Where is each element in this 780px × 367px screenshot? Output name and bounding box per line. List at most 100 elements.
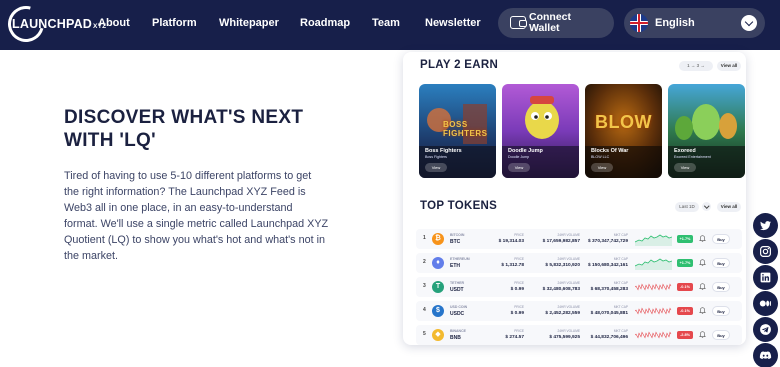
token-row[interactable]: 3 T TETHER USDT PRICE $ 0.99 24HR VOLUME $ 32,4…: [416, 277, 742, 297]
game-view-button[interactable]: View: [508, 163, 530, 172]
token-symbol: BNB: [450, 335, 461, 341]
nav-link-newsletter[interactable]: Newsletter: [425, 17, 481, 29]
play2earn-pager[interactable]: 1 → 3 →: [679, 61, 713, 71]
language-select[interactable]: English: [624, 8, 765, 38]
token-symbol: ETH: [450, 263, 460, 269]
token-market-cap: $ 68,370,458,283: [590, 287, 628, 292]
price-change-badge: -0.1%: [677, 307, 693, 315]
timeframe-select[interactable]: Last 1D: [675, 202, 699, 212]
token-volume: $ 475,599,925: [549, 335, 580, 340]
token-volume: $ 17,659,982,857: [542, 239, 580, 244]
logo[interactable]: LAUNCHPADXYZ: [1, 0, 106, 49]
token-market-cap: $ 44,832,706,496: [590, 335, 628, 340]
price-change-badge: +1.7%: [677, 235, 693, 243]
play2earn-title: PLAY 2 EARN: [420, 59, 499, 71]
chevron-down-icon: [741, 15, 757, 31]
buy-button[interactable]: Buy: [712, 282, 730, 292]
game-card[interactable]: BLOW Blocks Of War BLOW LLC View: [585, 84, 662, 178]
token-price: $ 0.99: [510, 311, 524, 316]
token-market-cap: $ 370,347,742,729: [587, 239, 628, 244]
token-row[interactable]: 4 $ USD COIN USDC PRICE $ 0.99 24HR VOLUME $ 2,…: [416, 301, 742, 321]
price-change-badge: -2.8%: [677, 331, 693, 339]
price-sparkline: [635, 331, 672, 339]
nav-link-platform[interactable]: Platform: [152, 17, 197, 29]
mcap-label: MKT CAP: [613, 305, 628, 309]
buy-button[interactable]: Buy: [712, 330, 730, 340]
game-card[interactable]: BOSS FIGHTERS Boss Fighters Boss Fighter…: [419, 84, 496, 178]
nav-link-whitepaper[interactable]: Whitepaper: [219, 17, 279, 29]
bell-icon[interactable]: [699, 331, 706, 339]
linkedin-button[interactable]: [753, 265, 778, 290]
discord-icon: [759, 351, 772, 360]
bell-icon[interactable]: [699, 259, 706, 267]
nav-link-about[interactable]: About: [98, 17, 130, 29]
token-price: $ 274.57: [505, 335, 524, 340]
token-row[interactable]: 2 ♦ ETHEREUM ETH PRICE $ 1,312.78 24HR VOLUME $…: [416, 253, 742, 273]
game-subtitle: BLOW LLC: [591, 155, 610, 159]
instagram-button[interactable]: [753, 239, 778, 264]
top-tokens-view-all-button[interactable]: View all: [717, 202, 741, 212]
hero-title: DISCOVER WHAT'S NEXT WITH 'LQ': [64, 107, 304, 151]
language-label: English: [655, 17, 695, 29]
chevron-down-icon[interactable]: [702, 202, 711, 211]
mcap-label: MKT CAP: [613, 281, 628, 285]
nav-link-roadmap[interactable]: Roadmap: [300, 17, 350, 29]
game-name: Boss Fighters: [425, 148, 462, 154]
token-rank: 2: [423, 259, 426, 265]
discord-button[interactable]: [753, 343, 778, 367]
token-name: ETHEREUM: [450, 257, 470, 261]
bell-icon[interactable]: [699, 307, 706, 315]
bell-icon[interactable]: [699, 235, 706, 243]
price-label: PRICE: [514, 305, 524, 309]
token-row[interactable]: 5 ◆ BINANCE BNB PRICE $ 274.57 24HR VOLUME $ 47…: [416, 325, 742, 345]
bell-icon[interactable]: [699, 283, 706, 291]
token-market-cap: $ 150,680,342,161: [587, 263, 628, 268]
token-price: $ 19,314.03: [498, 239, 524, 244]
buy-button[interactable]: Buy: [712, 234, 730, 244]
volume-label: 24HR VOLUME: [557, 281, 581, 285]
token-row[interactable]: 1 ₿ BITCOIN BTC PRICE $ 19,314.03 24HR VOLUME $…: [416, 229, 742, 249]
play2earn-view-all-button[interactable]: View all: [717, 61, 741, 71]
twitter-icon: [760, 221, 771, 231]
token-volume: $ 32,480,608,783: [542, 287, 580, 292]
price-sparkline: [635, 258, 672, 270]
nav-link-team[interactable]: Team: [372, 17, 400, 29]
token-name: USD COIN: [450, 305, 468, 309]
game-view-button[interactable]: View: [591, 163, 613, 172]
game-card[interactable]: Doodle Jump Doodle Jump View: [502, 84, 579, 178]
connect-wallet-button[interactable]: Connect Wallet: [498, 8, 614, 38]
volume-label: 24HR VOLUME: [557, 257, 581, 261]
volume-label: 24HR VOLUME: [557, 233, 581, 237]
uk-flag-icon: [630, 14, 648, 32]
token-rank: 5: [423, 331, 426, 337]
price-change-badge: +1.7%: [677, 259, 693, 267]
game-card[interactable]: Exoreed Exoreed Entertainment View: [668, 84, 745, 178]
mcap-label: MKT CAP: [613, 257, 628, 261]
game-name: Doodle Jump: [508, 148, 543, 154]
token-rank: 1: [423, 235, 426, 241]
twitter-button[interactable]: [753, 213, 778, 238]
medium-button[interactable]: [753, 291, 778, 316]
game-subtitle: Boss Fighters: [425, 155, 447, 159]
buy-button[interactable]: Buy: [712, 306, 730, 316]
price-label: PRICE: [514, 257, 524, 261]
top-tokens-title: TOP TOKENS: [420, 200, 498, 212]
game-view-button[interactable]: View: [425, 163, 447, 172]
token-name: BINANCE: [450, 329, 466, 333]
game-logo-text: BOSS FIGHTERS: [443, 120, 488, 138]
token-logo-icon: ₿: [432, 233, 444, 245]
price-label: PRICE: [514, 329, 524, 333]
price-change-badge: -0.1%: [677, 283, 693, 291]
price-label: PRICE: [514, 233, 524, 237]
token-name: TETHER: [450, 281, 464, 285]
connect-wallet-label: Connect Wallet: [529, 11, 571, 34]
token-symbol: USDC: [450, 311, 465, 317]
price-sparkline: [635, 234, 672, 246]
token-volume: $ 5,832,310,920: [545, 263, 580, 268]
token-volume: $ 2,452,282,559: [545, 311, 580, 316]
token-logo-icon: ◆: [432, 329, 444, 341]
buy-button[interactable]: Buy: [712, 258, 730, 268]
telegram-button[interactable]: [753, 317, 778, 342]
game-view-button[interactable]: View: [674, 163, 696, 172]
instagram-icon: [760, 246, 771, 257]
